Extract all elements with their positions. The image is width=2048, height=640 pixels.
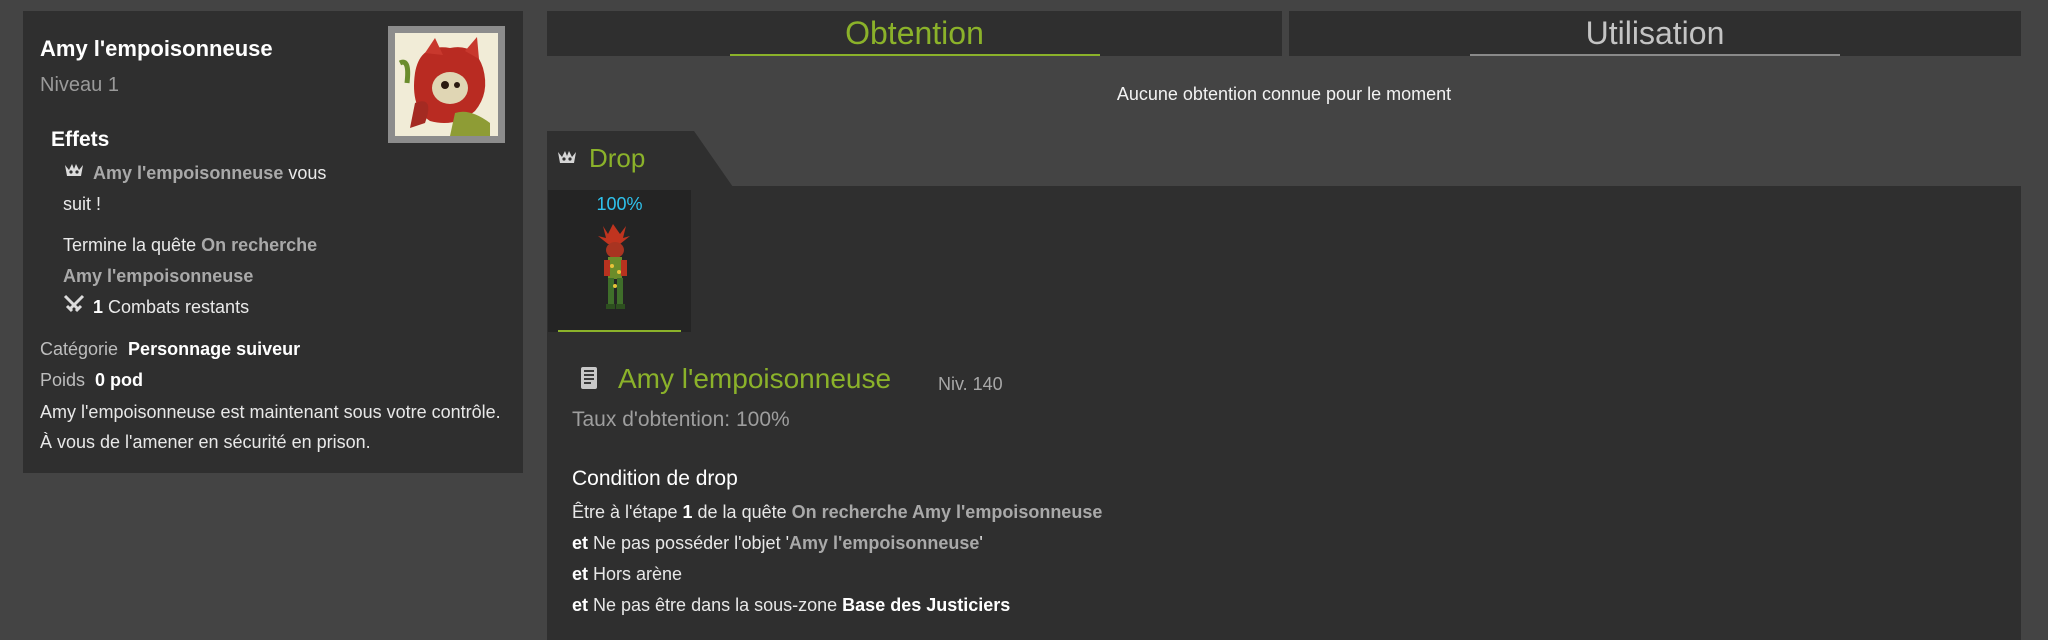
drop-rate: Taux d'obtention: 100% — [572, 408, 790, 431]
item-level: Niveau 1 — [40, 74, 119, 96]
condition-line-3: et Hors arène — [572, 564, 682, 585]
monster-skull-icon — [557, 150, 577, 171]
monster-sprite — [598, 224, 630, 309]
category-label: Catégorie — [40, 339, 119, 359]
effect-quest-link[interactable]: On recherche — [201, 235, 317, 255]
condition-1-quest-link[interactable]: On recherche Amy l'empoisonneuse — [792, 502, 1103, 522]
drop-tab[interactable]: Drop — [547, 131, 733, 187]
condition-4-et: et — [572, 595, 589, 615]
effect-follow-name: Amy l'empoisonneuse — [93, 163, 284, 183]
effect-fights-count: 1 — [93, 297, 104, 317]
effect-follow-rest: vous — [283, 163, 327, 183]
condition-title: Condition de drop — [572, 467, 738, 490]
tab-utilisation-underline — [1470, 54, 1840, 56]
monster-level: Niv. 140 — [938, 374, 1003, 394]
no-obtention-message: Aucune obtention connue pour le moment — [1116, 84, 1452, 104]
condition-2-text: Ne pas posséder l'objet ' — [588, 533, 790, 553]
tab-obtention-label: Obtention — [845, 15, 984, 51]
drop-tab-label: Drop — [589, 143, 646, 173]
effect-quest-line2: Amy l'empoisonneuse — [63, 261, 363, 292]
monster-name-link[interactable]: Amy l'empoisonneuse — [618, 363, 891, 395]
condition-line-2: et Ne pas posséder l'objet 'Amy l'empois… — [572, 533, 983, 554]
category-value: Personnage suiveur — [128, 339, 301, 359]
monster-thumbnail[interactable]: 100% — [548, 190, 691, 332]
effect-follow-line2: suit ! — [63, 194, 102, 214]
tab-obtention-underline — [729, 54, 1100, 56]
effect-quest: Termine la quête On recherche — [63, 230, 363, 261]
condition-3-et: et — [572, 564, 589, 584]
item-portrait — [388, 26, 505, 143]
crossed-swords-icon — [63, 293, 85, 324]
follower-icon — [63, 159, 85, 190]
tab-utilisation[interactable]: Utilisation — [1289, 11, 2021, 56]
weight-value: 0 pod — [95, 370, 144, 390]
condition-1-prefix: Être à l'étape — [572, 502, 683, 522]
condition-2-et: et — [572, 533, 589, 553]
category-row: Catégorie Personnage suiveur — [40, 339, 300, 360]
effect-quest-link-2[interactable]: Amy l'empoisonneuse — [63, 266, 253, 286]
condition-2-end: ' — [979, 533, 983, 553]
tab-obtention[interactable]: Obtention — [547, 11, 1282, 56]
effect-quest-prefix: Termine la quête — [63, 235, 202, 255]
effect-fights: 1 Combats restants — [63, 292, 363, 324]
effect-fights-label: Combats restants — [103, 297, 250, 317]
item-card: Amy l'empoisonneuse Niveau 1 Effets Amy … — [23, 11, 523, 473]
effect-follow: Amy l'empoisonneuse vous — [63, 158, 363, 190]
card-icon — [580, 366, 598, 395]
condition-line-4: et Ne pas être dans la sous-zone Base de… — [572, 595, 1010, 616]
condition-line-1: Être à l'étape 1 de la quête On recherch… — [572, 502, 1102, 523]
thumbnail-underline — [558, 330, 681, 332]
condition-1-step: 1 — [682, 502, 693, 522]
condition-2-item-link[interactable]: Amy l'empoisonneuse — [789, 533, 979, 553]
item-description: Amy l'empoisonneuse est maintenant sous … — [40, 402, 501, 452]
condition-4-zone: Base des Justiciers — [842, 595, 1011, 615]
weight-row: Poids 0 pod — [40, 370, 143, 391]
condition-4-text: Ne pas être dans la sous-zone — [588, 595, 843, 615]
effects-title: Effets — [51, 128, 110, 151]
item-name: Amy l'empoisonneuse — [40, 36, 273, 61]
condition-1-mid: de la quête — [692, 502, 792, 522]
weight-label: Poids — [40, 370, 86, 390]
amy-portrait-image — [395, 33, 498, 136]
tab-utilisation-label: Utilisation — [1585, 15, 1725, 51]
drop-percent: 100% — [596, 194, 643, 214]
condition-3-text: Hors arène — [588, 564, 683, 584]
